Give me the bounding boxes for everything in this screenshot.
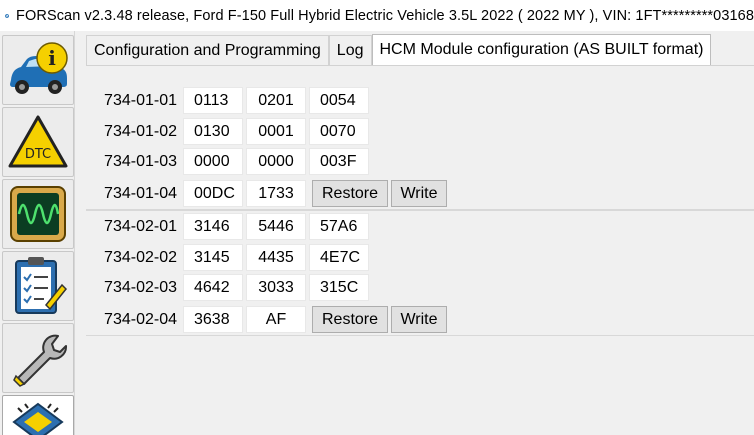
oscilloscope-icon xyxy=(10,186,66,242)
svg-text:DTC: DTC xyxy=(25,147,51,162)
value-field-1[interactable]: 00DC xyxy=(183,180,243,207)
row-address-label: 734-02-02 xyxy=(104,248,177,266)
row-address-label: 734-01-02 xyxy=(104,122,177,140)
car-info-icon: i xyxy=(10,42,68,94)
row-address-label: 734-01-01 xyxy=(104,91,177,109)
value-field-1[interactable]: 3145 xyxy=(183,244,243,271)
value-field-2[interactable]: 4435 xyxy=(246,244,306,271)
row-address-label: 734-02-01 xyxy=(104,217,177,235)
asbuilt-row: 734-01-04 00DC 1733 Restore Write xyxy=(86,180,447,207)
value-field-2[interactable]: AF xyxy=(246,306,306,333)
asbuilt-row: 734-02-02 3145 4435 4E7C xyxy=(86,244,369,271)
restore-button[interactable]: Restore xyxy=(312,180,388,207)
value-field-3[interactable]: 315C xyxy=(309,274,369,301)
row-address-label: 734-01-04 xyxy=(104,184,177,202)
value-field-1[interactable]: 3146 xyxy=(183,213,243,240)
asbuilt-row: 734-01-03 0000 0000 003F xyxy=(86,148,369,175)
tab-divider xyxy=(86,65,754,66)
sidebar-item-service[interactable] xyxy=(2,323,74,393)
value-field-2[interactable]: 0201 xyxy=(246,87,306,114)
asbuilt-row: 734-01-01 0113 0201 0054 xyxy=(86,87,369,114)
value-field-1[interactable]: 0113 xyxy=(183,87,243,114)
value-field-3[interactable]: 4E7C xyxy=(309,244,369,271)
row-address-label: 734-01-03 xyxy=(104,152,177,170)
block-separator xyxy=(86,335,754,336)
value-field-1[interactable]: 3638 xyxy=(183,306,243,333)
checklist-icon xyxy=(15,257,68,314)
block-separator xyxy=(86,209,754,211)
sidebar-item-dtc[interactable]: DTC xyxy=(2,107,74,177)
row-address-label: 734-02-04 xyxy=(104,310,177,328)
svg-text:i: i xyxy=(48,46,56,70)
sidebar-item-vehicle-info[interactable]: i xyxy=(2,35,74,105)
value-field-1[interactable]: 0130 xyxy=(183,118,243,145)
value-field-3[interactable]: 003F xyxy=(309,148,369,175)
value-field-3[interactable]: 57A6 xyxy=(309,213,369,240)
value-field-2[interactable]: 1733 xyxy=(246,180,306,207)
value-field-2[interactable]: 0000 xyxy=(246,148,306,175)
configuration-chip-icon xyxy=(12,402,64,435)
window-title: FORScan v2.3.48 release, Ford F-150 Full… xyxy=(16,7,754,24)
write-button[interactable]: Write xyxy=(391,180,447,207)
value-field-3[interactable]: 0070 xyxy=(309,118,369,145)
asbuilt-row: 734-02-01 3146 5446 57A6 xyxy=(86,213,369,240)
tab-configuration-programming[interactable]: Configuration and Programming xyxy=(86,35,329,66)
value-field-1[interactable]: 0000 xyxy=(183,148,243,175)
value-field-2[interactable]: 5446 xyxy=(246,213,306,240)
wrench-icon xyxy=(13,334,67,387)
value-field-3[interactable]: 0054 xyxy=(309,87,369,114)
tab-hcm-module-configuration[interactable]: HCM Module configuration (AS BUILT forma… xyxy=(371,34,712,65)
asbuilt-row: 734-02-03 4642 3033 315C xyxy=(86,274,369,301)
asbuilt-row: 734-02-04 3638 AF Restore Write xyxy=(86,306,447,333)
sidebar-item-configuration[interactable] xyxy=(2,395,74,435)
sidebar-item-oscilloscope[interactable] xyxy=(2,179,74,249)
tab-strip: Configuration and Programming Log HCM Mo… xyxy=(86,34,712,66)
sidebar-item-checklist[interactable] xyxy=(2,251,74,321)
sidebar: i DTC xyxy=(0,31,75,435)
forscan-app-icon xyxy=(5,13,9,18)
value-field-1[interactable]: 4642 xyxy=(183,274,243,301)
dtc-warning-icon: DTC xyxy=(8,115,68,168)
tab-log[interactable]: Log xyxy=(328,35,372,66)
restore-button[interactable]: Restore xyxy=(312,306,388,333)
asbuilt-row: 734-01-02 0130 0001 0070 xyxy=(86,118,369,145)
value-field-2[interactable]: 3033 xyxy=(246,274,306,301)
value-field-2[interactable]: 0001 xyxy=(246,118,306,145)
row-address-label: 734-02-03 xyxy=(104,278,177,296)
write-button[interactable]: Write xyxy=(391,306,447,333)
title-bar: FORScan v2.3.48 release, Ford F-150 Full… xyxy=(0,0,754,31)
